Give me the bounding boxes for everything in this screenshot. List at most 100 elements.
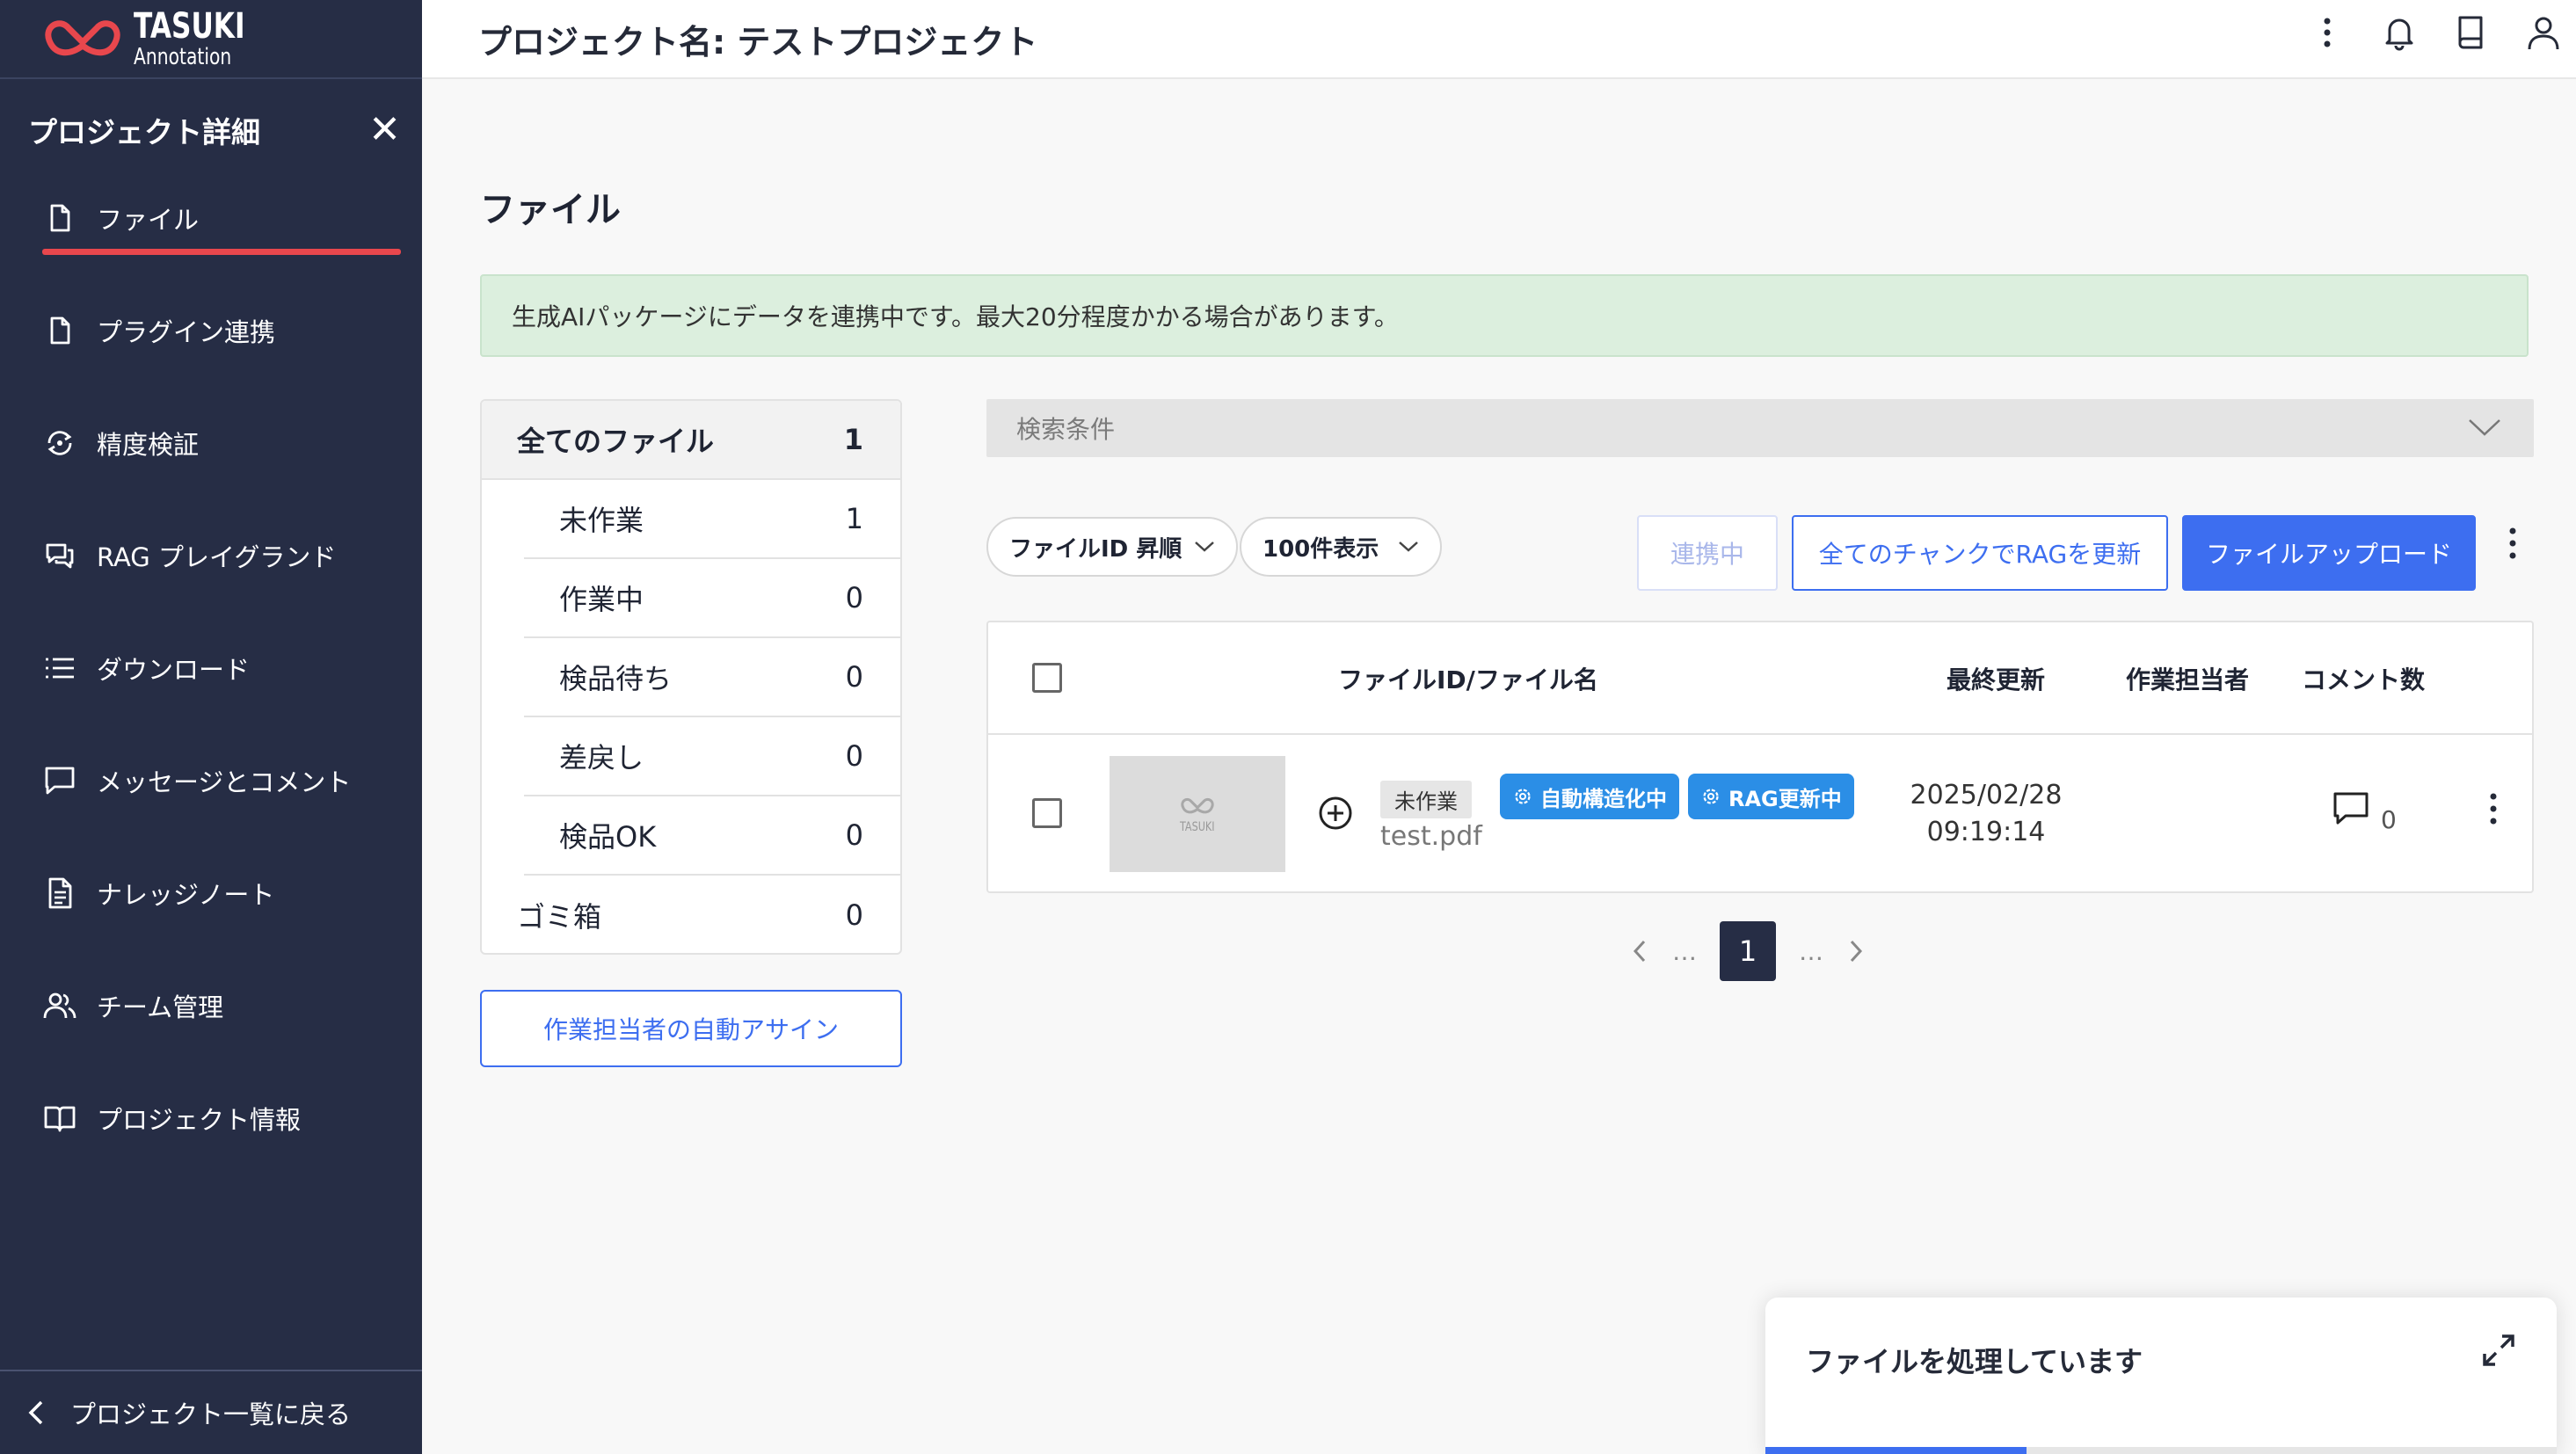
sidebar-item-files[interactable]: ファイル [42, 181, 401, 255]
chevron-down-icon [1195, 542, 1214, 552]
page-size-select[interactable]: 100件表示 [1240, 517, 1442, 577]
app-logo[interactable]: TASUKI Annotation [0, 0, 422, 79]
table-header: ファイルID/ファイル名 最終更新 作業担当者 コメント数 [988, 622, 2532, 735]
message-icon [45, 767, 75, 795]
status-label: 未作業 [559, 504, 644, 537]
rag-update-all-button[interactable]: 全てのチャンクでRAGを更新 [1792, 515, 2168, 591]
status-count: 0 [845, 581, 863, 614]
gear-icon [1703, 789, 1719, 804]
processing-toast: ファイルを処理しています [1765, 1298, 2557, 1454]
sidebar-item-label: RAG プレイグランド [97, 542, 337, 572]
status-filter-in-progress[interactable]: 作業中 0 [524, 559, 900, 638]
sidebar-item-label: ナレッジノート [97, 880, 275, 910]
brand-sub: Annotation [134, 44, 232, 70]
sidebar-item-label: プラグイン連携 [97, 317, 276, 347]
sidebar-item-team[interactable]: チーム管理 [42, 969, 401, 1043]
sidebar-item-label: プロジェクト情報 [97, 1105, 302, 1135]
sort-select-value: ファイルID 昇順 [1009, 535, 1182, 563]
sidebar-item-accuracy[interactable]: 精度検証 [42, 406, 401, 480]
sync-alert: 生成AIパッケージにデータを連携中です。最大20分程度かかる場合があります。 [480, 274, 2529, 357]
comment-count: 0 [2381, 805, 2397, 834]
linking-button[interactable]: 連携中 [1637, 515, 1778, 591]
sidebar-item-label: ファイル [97, 205, 200, 235]
chevron-down-icon [2469, 419, 2500, 436]
list-icon [46, 658, 74, 679]
chevron-left-icon [28, 1400, 43, 1425]
sidebar: TASUKI Annotation プロジェクト詳細 ✕ ファイル プラグイン連… [0, 0, 422, 1454]
sidebar-item-label: メッセージとコメント [97, 767, 352, 797]
badge-label: 自動構造化中 [1540, 786, 1667, 811]
sidebar-item-plugins[interactable]: プラグイン連携 [42, 294, 401, 367]
file-icon [50, 316, 70, 345]
sidebar-title: プロジェクト詳細 [28, 115, 260, 149]
header-icons [2307, 12, 2564, 53]
back-to-projects-link[interactable]: プロジェクト一覧に戻る [0, 1370, 422, 1454]
chevron-left-icon[interactable] [1630, 938, 1649, 964]
status-count: 0 [845, 898, 863, 932]
team-icon [43, 992, 76, 1019]
add-circle-icon[interactable] [1317, 795, 1354, 832]
book-icon[interactable] [2451, 12, 2492, 53]
note-icon [48, 877, 72, 909]
last-updated-date: 2025/02/28 [1910, 780, 2063, 811]
thumbnail-label: TASUKI [1180, 820, 1215, 834]
top-header: プロジェクト名: テストプロジェクト [422, 0, 2576, 79]
expand-icon[interactable] [2478, 1329, 2520, 1371]
status-label: 全てのファイル [517, 425, 715, 458]
sidebar-item-label: チーム管理 [97, 992, 224, 1022]
sidebar-item-knowledge-note[interactable]: ナレッジノート [42, 856, 401, 930]
bell-icon[interactable] [2379, 12, 2420, 53]
chevron-right-icon[interactable] [1846, 938, 1866, 964]
search-conditions-toggle[interactable]: 検索条件 [986, 399, 2534, 457]
more-vertical-icon[interactable] [2497, 524, 2529, 564]
gear-icon [1515, 789, 1531, 804]
more-vertical-icon[interactable] [2307, 12, 2347, 53]
sidebar-item-label: ダウンロード [97, 655, 251, 685]
status-filter-trash[interactable]: ゴミ箱 0 [482, 876, 900, 953]
status-filter-approved[interactable]: 検品OK 0 [524, 796, 900, 876]
file-upload-button[interactable]: ファイルアップロード [2182, 515, 2476, 591]
file-status-badge: 未作業 [1380, 781, 1472, 818]
status-count: 0 [845, 739, 863, 773]
sidebar-item-rag-playground[interactable]: RAG プレイグランド [42, 519, 401, 593]
status-filter-not-started[interactable]: 未作業 1 [524, 480, 900, 559]
row-checkbox[interactable] [1032, 798, 1062, 828]
sidebar-item-messages[interactable]: メッセージとコメント [42, 744, 401, 818]
more-vertical-icon[interactable] [2478, 789, 2509, 830]
file-name-link[interactable]: test.pdf [1380, 821, 1482, 852]
auto-assign-button[interactable]: 作業担当者の自動アサイン [480, 990, 902, 1067]
status-filter-panel: 全てのファイル 1 未作業 1 作業中 0 検品待ち 0 差戻し 0 検品OK … [480, 399, 902, 955]
sidebar-item-download[interactable]: ダウンロード [42, 631, 401, 705]
status-filter-all[interactable]: 全てのファイル 1 [482, 401, 900, 480]
accuracy-check-icon [47, 431, 72, 455]
book-icon [44, 1106, 76, 1132]
sort-select[interactable]: ファイルID 昇順 [986, 517, 1238, 577]
tasuki-logo-icon [1181, 797, 1214, 814]
status-count: 0 [845, 818, 863, 852]
status-label: 検品OK [559, 820, 657, 854]
chevron-down-icon [1399, 542, 1418, 552]
sidebar-item-project-info[interactable]: プロジェクト情報 [42, 1081, 401, 1155]
file-table: ファイルID/ファイル名 最終更新 作業担当者 コメント数 TASUKI 未作業… [986, 621, 2534, 893]
comment-icon[interactable] [2332, 789, 2370, 828]
back-label: プロジェクト一覧に戻る [70, 1399, 352, 1429]
page-size-value: 100件表示 [1263, 535, 1379, 563]
last-updated: 2025/02/28 09:19:14 [1885, 777, 2087, 851]
tasuki-logo-icon [45, 20, 120, 56]
page-button-current[interactable]: 1 [1720, 921, 1776, 981]
page-title: プロジェクト名: テストプロジェクト [478, 22, 1038, 62]
file-icon [50, 204, 70, 232]
status-count: 0 [845, 660, 863, 694]
status-filter-awaiting-review[interactable]: 検品待ち 0 [524, 638, 900, 717]
status-count: 1 [843, 423, 863, 456]
brand-name: TASUKI [134, 6, 245, 47]
status-label: ゴミ箱 [517, 900, 602, 934]
column-header-file: ファイルID/ファイル名 [1338, 665, 1598, 694]
close-sidebar-icon[interactable]: ✕ [368, 111, 401, 149]
pagination: … 1 … [1630, 921, 1866, 981]
section-title: ファイル [480, 190, 621, 230]
status-filter-returned[interactable]: 差戻し 0 [524, 717, 900, 796]
select-all-checkbox[interactable] [1032, 663, 1062, 693]
user-icon[interactable] [2523, 12, 2564, 53]
file-thumbnail[interactable]: TASUKI [1110, 756, 1285, 872]
